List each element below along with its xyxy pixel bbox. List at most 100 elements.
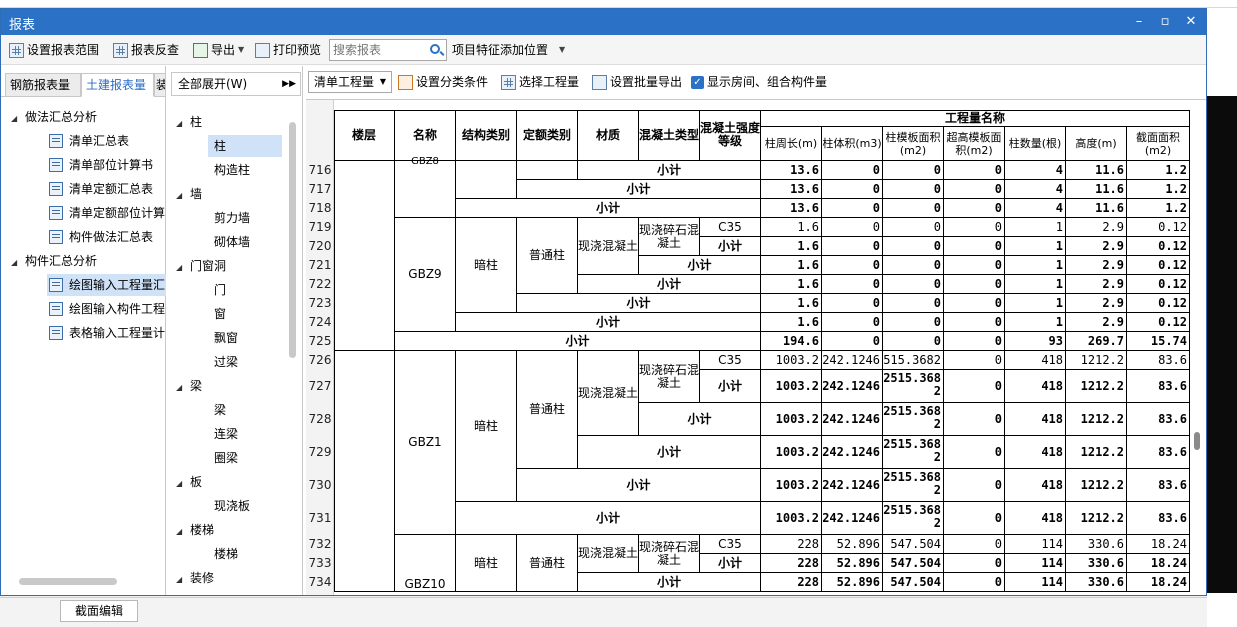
vertical-scrollbar[interactable] [289, 122, 296, 358]
item-feature-position-dropdown[interactable]: 项目特征添加位置 ▼ [452, 40, 565, 60]
expanded-triangle-icon: ◢ [176, 119, 183, 128]
component-item[interactable]: 飘窗 [208, 327, 238, 349]
select-quantity-button[interactable]: 选择工程量 [501, 72, 579, 92]
report-doc-icon [49, 206, 63, 220]
minimize-button[interactable]: – [1129, 12, 1149, 32]
batch-export-button[interactable]: 设置批量导出 [592, 72, 682, 92]
checkmark-icon[interactable]: ✓ [691, 75, 704, 89]
dropdown-caret-icon: ▼ [238, 45, 245, 54]
horizontal-scrollbar[interactable] [19, 578, 117, 585]
print-preview-button[interactable]: 打印预览 [255, 40, 321, 60]
bottom-tab-section-edit[interactable]: 截面编辑 [60, 600, 138, 622]
row-number[interactable]: 724 [306, 313, 334, 332]
quantity-type-select[interactable]: 清单工程量 ▼ [308, 71, 392, 93]
set-classification-button[interactable]: 设置分类条件 [398, 72, 488, 92]
tree-item-selected[interactable]: 绘图输入工程量汇 [47, 274, 166, 296]
tab-decoration-report[interactable]: 装 [154, 73, 166, 97]
set-report-range-button[interactable]: 设置报表范围 [9, 40, 99, 60]
component-item[interactable]: 楼梯 [208, 543, 238, 565]
report-doc-icon [49, 134, 63, 148]
component-item[interactable]: 现浇板 [208, 495, 250, 517]
export-button[interactable]: 导出 ▼ [193, 40, 244, 60]
tree-item[interactable]: 清单部位计算书 [49, 154, 153, 176]
tree-group-component-summary[interactable]: ◢ 构件汇总分析 [11, 250, 97, 272]
category-node[interactable]: ◢ 墙 [176, 183, 202, 205]
search-input[interactable] [330, 40, 424, 60]
row-number[interactable]: 718 [306, 199, 334, 218]
tab-rebar-report[interactable]: 钢筋报表量 [5, 73, 81, 97]
component-item[interactable]: 砌体墙 [208, 231, 250, 253]
row-number[interactable]: 728 [306, 403, 334, 436]
tree-item[interactable]: 清单定额汇总表 [49, 178, 153, 200]
category-node[interactable]: ◢ 板 [176, 471, 202, 493]
tree-group-method-summary[interactable]: ◢ 做法汇总分析 [11, 106, 97, 128]
tab-civil-report[interactable]: 土建报表量 [81, 73, 154, 97]
grid-scroll-thumb[interactable] [1194, 432, 1200, 450]
report-doc-icon [49, 158, 63, 172]
component-item[interactable]: 过梁 [208, 351, 238, 373]
component-item[interactable]: 柱 [208, 135, 282, 157]
component-item[interactable]: 剪力墙 [208, 207, 250, 229]
main-toolbar: 设置报表范围 报表反查 导出▼ 打印预览 项目特征添加位置▼ [1, 35, 1206, 65]
component-item[interactable]: 构造柱 [208, 159, 250, 181]
window-title: 报表 [9, 18, 36, 33]
row-number[interactable]: 727 [306, 370, 334, 403]
tree-item[interactable]: 清单汇总表 [49, 130, 129, 152]
expand-all-button[interactable]: 全部展开(W) ▶▶ [171, 72, 301, 96]
row-number[interactable]: 729 [306, 436, 334, 469]
component-item[interactable]: 圈梁 [208, 447, 238, 469]
search-icon[interactable] [430, 44, 440, 54]
report-toolbar: 清单工程量 ▼ 设置分类条件 选择工程量 设置批量导出 ✓ 显示房间、组合构件量 [306, 69, 1206, 95]
row-number[interactable]: 726 [306, 351, 334, 370]
document-icon [592, 74, 607, 90]
export-icon [193, 42, 208, 58]
table-icon [501, 74, 516, 90]
dark-edge [1205, 96, 1237, 593]
close-button[interactable]: ✕ [1181, 12, 1201, 32]
tree-item[interactable]: 绘图输入构件工程 [49, 298, 165, 320]
category-node[interactable]: ◢ 柱 [176, 111, 202, 133]
row-number[interactable]: 717 [306, 180, 334, 199]
component-item[interactable]: 梁 [208, 399, 226, 421]
row-number[interactable]: 732 [306, 535, 334, 554]
classify-icon [398, 74, 413, 90]
category-node[interactable]: ◢ 门窗洞 [176, 255, 226, 277]
row-number[interactable]: 723 [306, 294, 334, 313]
row-number[interactable]: 733 [306, 554, 334, 573]
component-filter-panel: 全部展开(W) ▶▶ ◢ 柱柱构造柱 ◢ 墙剪力墙 砌体墙 ◢ 门窗洞门窗飘窗 过梁 ◢ 梁梁连梁圈… [168, 66, 303, 595]
dropdown-caret-icon: ▼ [559, 45, 566, 54]
search-box[interactable] [329, 39, 447, 61]
report-table: 楼层 名称 结构类别 定额类别 材质 混凝土类型 混凝土强度等级 工程量名称 柱周长(m) 柱体积… [334, 100, 1206, 595]
report-doc-icon [49, 278, 63, 292]
tree-item[interactable]: 构件做法汇总表 [49, 226, 153, 248]
expanded-triangle-icon: ◢ [176, 191, 183, 200]
component-item[interactable]: 门 [208, 279, 226, 301]
title-bar: 报表 – ▫ ✕ [1, 9, 1206, 35]
expanded-triangle-icon: ◢ [176, 575, 183, 584]
tree-item[interactable]: 清单定额部位计算 [49, 202, 165, 224]
report-back-check-button[interactable]: 报表反查 [113, 40, 179, 60]
report-doc-icon [49, 326, 63, 340]
row-number[interactable]: 721 [306, 256, 334, 275]
quantity-report-grid: 716 717 718 719 720 721 722 723 724 725 726 727 728 7… [306, 99, 1206, 595]
row-number[interactable]: 731 [306, 502, 334, 535]
report-tabs: 钢筋报表量 土建报表量 装 [1, 73, 166, 97]
row-number[interactable]: 734 [306, 573, 334, 592]
row-number[interactable]: 716 [306, 161, 334, 180]
row-number[interactable]: 725 [306, 332, 334, 351]
row-number[interactable]: 719 [306, 218, 334, 237]
report-doc-icon [49, 302, 63, 316]
maximize-button[interactable]: ▫ [1155, 12, 1175, 32]
component-item[interactable]: 窗 [208, 303, 226, 325]
row-number[interactable]: 730 [306, 469, 334, 502]
component-item[interactable]: 连梁 [208, 423, 238, 445]
category-node[interactable]: ◢ 楼梯 [176, 519, 214, 541]
print-preview-icon [255, 42, 270, 58]
report-icon [113, 42, 128, 58]
row-number[interactable]: 720 [306, 237, 334, 256]
tree-item[interactable]: 表格输入工程量计 [49, 322, 165, 344]
row-number[interactable]: 722 [306, 275, 334, 294]
category-node[interactable]: ◢ 装修 [176, 567, 214, 589]
show-room-checkbox[interactable]: ✓ 显示房间、组合构件量 [691, 72, 827, 92]
category-node[interactable]: ◢ 梁 [176, 375, 202, 397]
